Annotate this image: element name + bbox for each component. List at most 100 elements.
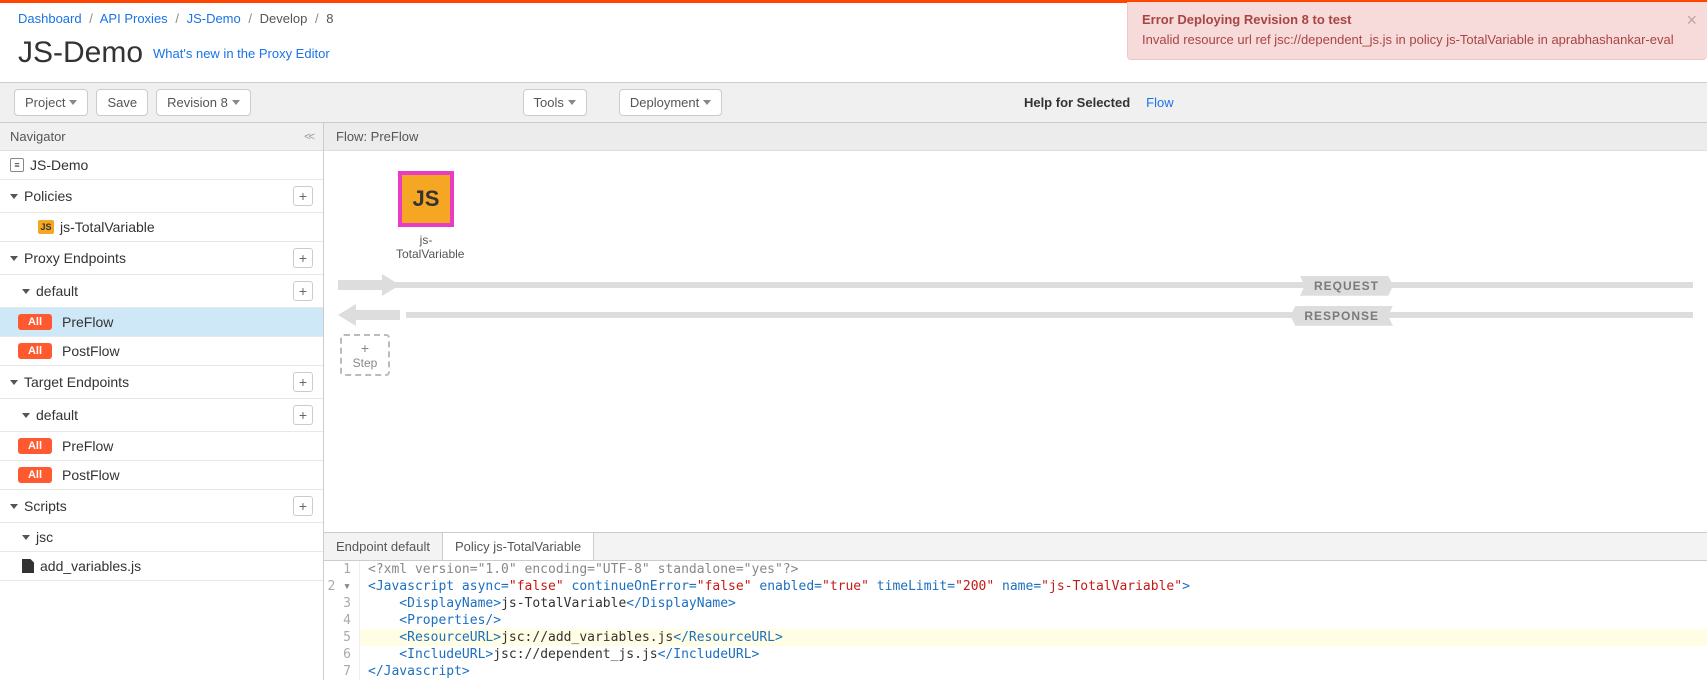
help-for-selected-label: Help for Selected xyxy=(1024,95,1130,110)
breadcrumb-develop: Develop xyxy=(260,11,308,26)
nav-jsc-folder[interactable]: jsc xyxy=(0,523,323,552)
flow-help-link[interactable]: Flow xyxy=(1146,95,1173,110)
code-line: 4 <Properties/> xyxy=(324,612,1707,629)
alert-message: Invalid resource url ref jsc://dependent… xyxy=(1142,31,1677,49)
policies-label: Policies xyxy=(24,188,72,204)
navigator-header: Navigator << xyxy=(0,123,323,151)
nav-section-scripts[interactable]: Scripts + xyxy=(0,490,323,523)
response-label: RESPONSE xyxy=(1290,306,1393,326)
code-line: 2 ▾<Javascript async="false" continueOnE… xyxy=(324,578,1707,595)
add-target-endpoint-button[interactable]: + xyxy=(293,372,313,392)
js-icon: JS xyxy=(38,220,54,234)
caret-down-icon xyxy=(568,100,576,105)
postflow-label: PostFlow xyxy=(62,343,120,359)
breadcrumb-sep: / xyxy=(248,11,252,26)
breadcrumb-sep: / xyxy=(315,11,319,26)
add-policy-button[interactable]: + xyxy=(293,186,313,206)
nav-target-postflow[interactable]: All PostFlow xyxy=(0,461,323,490)
code-line: 3 <DisplayName>js-TotalVariable</Display… xyxy=(324,595,1707,612)
file-icon xyxy=(22,559,34,573)
save-button[interactable]: Save xyxy=(96,89,148,116)
nav-section-proxy-endpoints[interactable]: Proxy Endpoints + xyxy=(0,242,323,275)
breadcrumb-api-proxies[interactable]: API Proxies xyxy=(100,11,168,26)
breadcrumb-sep: / xyxy=(89,11,93,26)
nav-script-file[interactable]: add_variables.js xyxy=(0,552,323,581)
proxy-default-label: default xyxy=(36,283,78,299)
tools-dropdown[interactable]: Tools xyxy=(523,89,587,116)
breadcrumb-revision: 8 xyxy=(326,11,333,26)
target-preflow-label: PreFlow xyxy=(62,438,113,454)
flow-policy-label: js-TotalVariable xyxy=(396,233,456,262)
caret-down-icon xyxy=(232,100,240,105)
revision-dropdown[interactable]: Revision 8 xyxy=(156,89,251,116)
nav-policy-item[interactable]: JS js-TotalVariable xyxy=(0,213,323,242)
nav-proxy-postflow[interactable]: All PostFlow xyxy=(0,337,323,366)
add-proxy-flow-button[interactable]: + xyxy=(293,281,313,301)
target-endpoints-label: Target Endpoints xyxy=(24,374,129,390)
all-badge: All xyxy=(18,343,52,359)
code-line-highlighted: 5 <ResourceURL>jsc://add_variables.js</R… xyxy=(324,629,1707,646)
request-arrow-icon xyxy=(338,280,384,290)
caret-down-icon xyxy=(703,100,711,105)
nav-section-policies[interactable]: Policies + xyxy=(0,180,323,213)
policy-name: js-TotalVariable xyxy=(60,219,155,235)
whats-new-link[interactable]: What's new in the Proxy Editor xyxy=(153,46,330,61)
caret-down-icon xyxy=(22,289,30,294)
proxy-endpoints-label: Proxy Endpoints xyxy=(24,250,126,266)
caret-down-icon xyxy=(10,380,18,385)
deployment-dropdown[interactable]: Deployment xyxy=(619,89,722,116)
nav-target-default[interactable]: default + xyxy=(0,399,323,432)
navigator-title: Navigator xyxy=(10,129,66,144)
step-label: Step xyxy=(353,356,378,370)
breadcrumb-dashboard[interactable]: Dashboard xyxy=(18,11,82,26)
collapse-navigator-button[interactable]: << xyxy=(304,131,313,143)
nav-target-preflow[interactable]: All PreFlow xyxy=(0,432,323,461)
add-proxy-endpoint-button[interactable]: + xyxy=(293,248,313,268)
all-badge: All xyxy=(18,438,52,454)
tab-policy[interactable]: Policy js-TotalVariable xyxy=(443,533,594,561)
caret-down-icon xyxy=(69,100,77,105)
flow-canvas: JS js-TotalVariable REQUEST RESPONSE + S… xyxy=(324,151,1707,532)
content-row: Navigator << ≡ JS-Demo Policies + JS js-… xyxy=(0,123,1707,680)
tab-endpoint-default[interactable]: Endpoint default xyxy=(324,533,443,560)
flow-policy-step[interactable]: JS js-TotalVariable xyxy=(396,171,456,262)
add-step-button[interactable]: + Step xyxy=(340,334,390,376)
document-icon: ≡ xyxy=(10,158,24,172)
target-default-label: default xyxy=(36,407,78,423)
main-toolbar: Project Save Revision 8 Tools Deployment… xyxy=(0,82,1707,123)
code-line: 1<?xml version="1.0" encoding="UTF-8" st… xyxy=(324,561,1707,578)
project-dropdown[interactable]: Project xyxy=(14,89,88,116)
add-script-button[interactable]: + xyxy=(293,496,313,516)
all-badge: All xyxy=(18,314,52,330)
caret-down-icon xyxy=(22,535,30,540)
error-alert: Error Deploying Revision 8 to test Inval… xyxy=(1127,2,1707,60)
jsc-label: jsc xyxy=(36,529,53,545)
response-bar: RESPONSE xyxy=(406,312,1693,318)
breadcrumb-sep: / xyxy=(175,11,179,26)
caret-down-icon xyxy=(10,256,18,261)
js-policy-icon: JS xyxy=(398,171,454,227)
code-editor[interactable]: 1<?xml version="1.0" encoding="UTF-8" st… xyxy=(324,560,1707,680)
caret-down-icon xyxy=(22,413,30,418)
nav-root-proxy[interactable]: ≡ JS-Demo xyxy=(0,151,323,180)
page-header: JS-Demo What's new in the Proxy Editor E… xyxy=(0,32,1707,82)
code-tabs: Endpoint default Policy js-TotalVariable xyxy=(324,532,1707,560)
request-label: REQUEST xyxy=(1300,276,1393,296)
breadcrumb-proxy-name[interactable]: JS-Demo xyxy=(187,11,241,26)
plus-icon: + xyxy=(361,340,369,356)
all-badge: All xyxy=(18,467,52,483)
code-line: 7</Javascript> xyxy=(324,663,1707,680)
response-flow-track: RESPONSE xyxy=(338,310,1693,320)
main-panel: Flow: PreFlow JS js-TotalVariable REQUES… xyxy=(324,123,1707,680)
add-target-flow-button[interactable]: + xyxy=(293,405,313,425)
nav-proxy-preflow[interactable]: All PreFlow xyxy=(0,308,323,337)
nav-section-target-endpoints[interactable]: Target Endpoints + xyxy=(0,366,323,399)
page-title: JS-Demo xyxy=(18,36,143,70)
code-line: 6 <IncludeURL>jsc://dependent_js.js</Inc… xyxy=(324,646,1707,663)
alert-close-button[interactable]: × xyxy=(1686,10,1697,31)
alert-title: Error Deploying Revision 8 to test xyxy=(1142,12,1677,27)
nav-proxy-default[interactable]: default + xyxy=(0,275,323,308)
flow-header: Flow: PreFlow xyxy=(324,123,1707,151)
request-flow-track: REQUEST xyxy=(338,280,1693,290)
response-arrow-icon xyxy=(354,310,400,320)
